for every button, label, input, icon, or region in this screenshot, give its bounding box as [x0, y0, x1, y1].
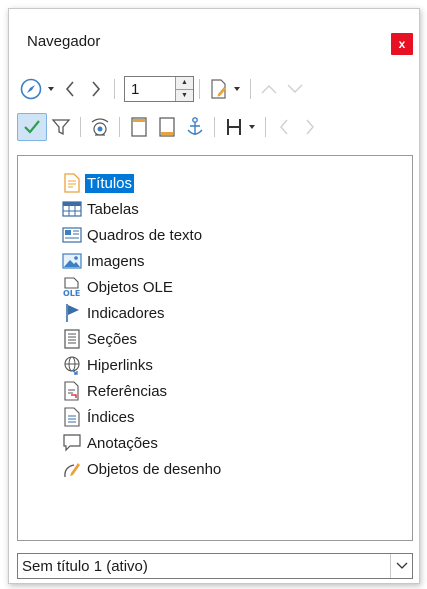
image-icon	[62, 253, 82, 269]
chevron-right-icon	[306, 119, 314, 135]
tree-item-label: Objetos de desenho	[87, 460, 222, 478]
anchor-icon	[187, 117, 203, 135]
tree-item-ole-objects[interactable]: OLE Objetos OLE	[62, 274, 175, 300]
table-icon	[62, 201, 82, 217]
tree-item-images[interactable]: Imagens	[62, 248, 147, 274]
bookmark-flag-icon	[66, 304, 79, 322]
tree-item-text-frames[interactable]: Quadros de texto	[62, 222, 204, 248]
chevron-left-icon	[65, 81, 74, 97]
toolbar-separator	[214, 117, 215, 137]
drag-mode-dropdown[interactable]	[205, 75, 245, 103]
text-frame-icon	[62, 227, 82, 243]
tree-item-label: Anotações	[87, 434, 158, 452]
toolbar-separator	[119, 117, 120, 137]
chevron-down-icon	[396, 562, 407, 569]
header-page-icon	[131, 117, 147, 137]
tree-item-headings[interactable]: Títulos	[62, 170, 135, 196]
eye-reminder-icon	[91, 118, 109, 136]
document-select[interactable]: Sem título 1 (ativo)	[17, 553, 413, 579]
promote-level-button[interactable]	[256, 75, 282, 103]
chevron-right-icon	[92, 81, 101, 97]
navigator-window: Navegador x 1 ▲ ▼ Títulos Tabelas Quadro…	[8, 8, 420, 584]
content-navigation-view-toggle[interactable]	[17, 113, 47, 141]
promote-chapter-button[interactable]	[271, 113, 297, 141]
tree-item-tables[interactable]: Tabelas	[62, 196, 141, 222]
demote-chapter-button[interactable]	[297, 113, 323, 141]
close-button[interactable]: x	[391, 33, 413, 55]
chevron-down-icon	[248, 125, 255, 129]
header-button[interactable]	[125, 113, 153, 141]
tree-item-indexes[interactable]: Índices	[62, 404, 137, 430]
tree-item-sections[interactable]: Seções	[62, 326, 139, 352]
spin-arrows: ▲ ▼	[175, 77, 193, 101]
tree-item-hyperlinks[interactable]: Hiperlinks	[62, 352, 155, 378]
toolbar-separator	[199, 79, 200, 99]
tree-item-label: Tabelas	[87, 200, 139, 218]
tree-item-label: Referências	[87, 382, 168, 400]
next-button[interactable]	[83, 75, 109, 103]
tree-item-label: Imagens	[87, 252, 145, 270]
drawing-object-icon	[64, 463, 80, 478]
tree-item-label: Indicadores	[87, 304, 165, 322]
title-bar: Navegador x	[9, 9, 419, 65]
footer-button[interactable]	[153, 113, 181, 141]
content-toolbar	[17, 111, 323, 143]
tree-item-label: Seções	[87, 330, 138, 348]
page-number-value[interactable]: 1	[125, 77, 175, 101]
tree-item-label: Índices	[87, 408, 135, 426]
index-icon	[64, 407, 80, 427]
reminder-button[interactable]	[86, 113, 114, 141]
tree-item-label: Objetos OLE	[87, 278, 173, 296]
chevron-down-icon	[233, 87, 240, 91]
filter-button[interactable]	[47, 113, 75, 141]
spin-up-button[interactable]: ▲	[176, 77, 193, 90]
ole-object-icon: OLE	[63, 277, 80, 297]
toolbar-separator	[265, 117, 266, 137]
spin-down-button[interactable]: ▼	[176, 89, 193, 101]
hyperlink-icon	[64, 356, 80, 375]
window-title: Navegador	[27, 33, 101, 50]
tree-item-comments[interactable]: Anotações	[62, 430, 160, 456]
chevron-left-icon	[280, 119, 288, 135]
navigate-by-dropdown[interactable]	[17, 75, 57, 103]
heading-levels-dropdown[interactable]	[220, 113, 260, 141]
chevron-up-icon	[261, 85, 277, 94]
footer-page-icon	[159, 117, 175, 137]
document-select-value: Sem título 1 (ativo)	[22, 557, 148, 575]
anchor-button[interactable]	[181, 113, 209, 141]
tree-item-bookmarks[interactable]: Indicadores	[62, 300, 167, 326]
comment-icon	[63, 434, 81, 452]
compass-icon	[20, 78, 41, 100]
filter-icon	[51, 119, 71, 136]
demote-level-button[interactable]	[282, 75, 308, 103]
document-edit-icon	[210, 79, 226, 99]
tree-item-references[interactable]: Referências	[62, 378, 169, 404]
document-select-dropdown-button[interactable]	[390, 554, 412, 578]
page-number-spinbox[interactable]: 1 ▲ ▼	[124, 76, 194, 102]
heading-icon	[64, 173, 80, 193]
toolbar-separator	[250, 79, 251, 99]
reference-icon	[64, 381, 79, 401]
tree-item-label: Títulos	[85, 173, 135, 193]
svg-text:OLE: OLE	[63, 289, 80, 297]
tree-item-label: Quadros de texto	[87, 226, 203, 244]
tree-item-label: Hiperlinks	[87, 356, 153, 374]
toolbar-separator	[114, 79, 115, 99]
content-tree[interactable]: Títulos Tabelas Quadros de texto Imagens…	[17, 155, 413, 541]
section-icon	[64, 329, 80, 349]
chevron-down-icon	[47, 87, 54, 91]
previous-button[interactable]	[57, 75, 83, 103]
checkmark-icon	[24, 120, 40, 134]
tree-item-drawing-objects[interactable]: Objetos de desenho	[62, 456, 223, 482]
toolbar-separator	[80, 117, 81, 137]
navigation-toolbar: 1 ▲ ▼	[17, 73, 308, 105]
heading-h-icon	[226, 119, 241, 135]
chevron-down-icon	[287, 84, 303, 93]
